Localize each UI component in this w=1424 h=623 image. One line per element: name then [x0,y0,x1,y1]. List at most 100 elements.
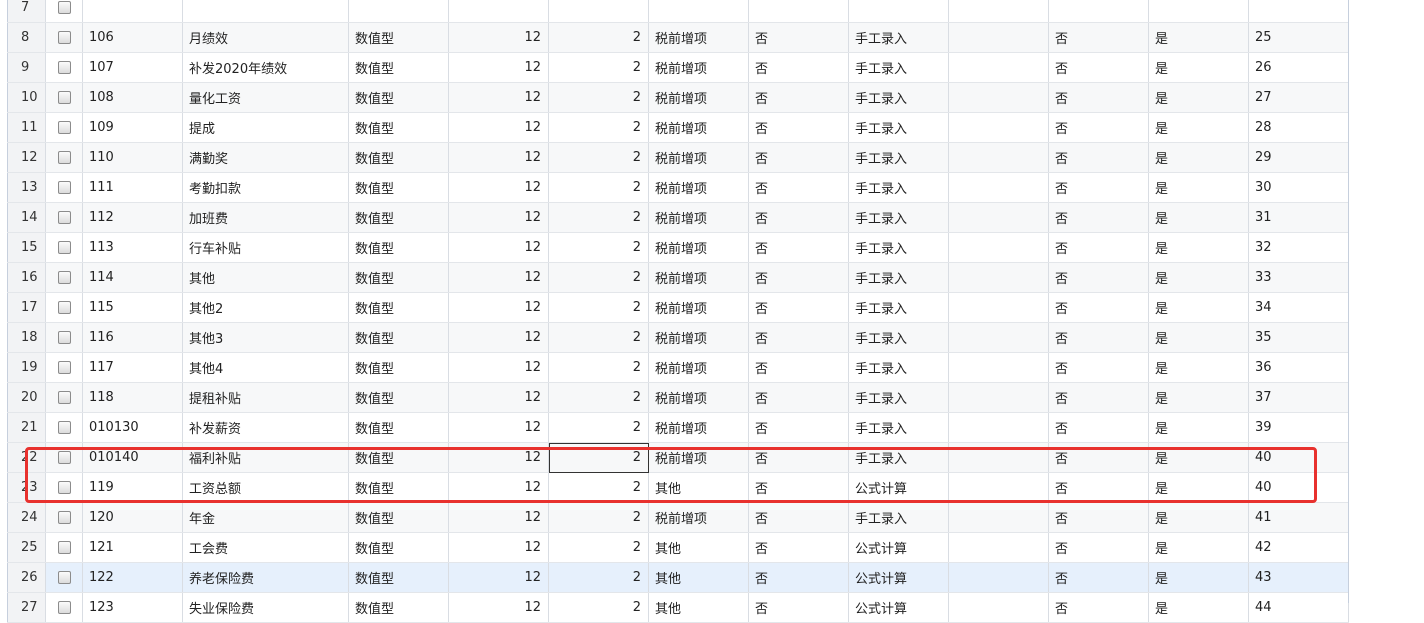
tax-flag-cell[interactable]: 否 [748,592,849,623]
decimals-cell[interactable]: 2 [548,202,649,233]
source-cell[interactable]: 公式计算 [848,532,949,563]
flag-one-cell[interactable] [1048,0,1149,23]
sort-order-cell[interactable]: 30 [1248,172,1349,203]
row-checkbox[interactable] [57,211,71,224]
tax-flag-cell[interactable]: 否 [748,382,849,413]
row-checkbox-cell[interactable] [45,22,83,53]
flag-one-cell[interactable]: 否 [1048,172,1149,203]
data-type-cell[interactable]: 数值型 [348,262,449,293]
row-checkbox[interactable] [57,571,71,584]
table-row[interactable]: 20 118 提租补贴 数值型 12 2 税前增项否手工录入否是 37 [7,382,1349,413]
category-cell[interactable]: 税前增项 [648,142,749,173]
table-row[interactable]: 19 117 其他4 数值型 12 2 税前增项否手工录入否是 36 [7,352,1349,383]
item-code-cell[interactable]: 110 [82,142,183,173]
table-row[interactable]: 24 120 年金 数值型 12 2 税前增项否手工录入否是 41 [7,502,1349,533]
source-cell[interactable]: 手工录入 [848,442,949,473]
item-code-cell[interactable]: 121 [82,532,183,563]
item-code-cell[interactable]: 010130 [82,412,183,443]
flag-two-cell[interactable]: 是 [1148,82,1249,113]
sort-order-cell[interactable]: 35 [1248,322,1349,353]
row-checkbox[interactable] [57,91,71,104]
category-cell[interactable]: 税前增项 [648,382,749,413]
formula-cell[interactable] [948,562,1049,593]
tax-flag-cell[interactable]: 否 [748,232,849,263]
flag-two-cell[interactable]: 是 [1148,442,1249,473]
length-cell[interactable]: 12 [448,142,549,173]
table-row[interactable]: 15 113 行车补贴 数值型 12 2 税前增项否手工录入否是 32 [7,232,1349,263]
tax-flag-cell[interactable]: 否 [748,532,849,563]
flag-two-cell[interactable]: 是 [1148,172,1249,203]
sort-order-cell[interactable]: 40 [1248,472,1349,503]
formula-cell[interactable] [948,292,1049,323]
length-cell[interactable]: 12 [448,412,549,443]
data-type-cell[interactable]: 数值型 [348,472,449,503]
category-cell[interactable]: 税前增项 [648,232,749,263]
formula-cell[interactable] [948,22,1049,53]
row-checkbox[interactable] [57,151,71,164]
category-cell[interactable]: 税前增项 [648,52,749,83]
category-cell[interactable]: 税前增项 [648,352,749,383]
decimals-cell[interactable]: 2 [548,502,649,533]
source-cell[interactable] [848,0,949,23]
formula-cell[interactable] [948,382,1049,413]
item-name-cell[interactable]: 提租补贴 [182,382,349,413]
row-checkbox[interactable] [57,31,71,44]
flag-one-cell[interactable]: 否 [1048,22,1149,53]
source-cell[interactable]: 手工录入 [848,22,949,53]
flag-one-cell[interactable]: 否 [1048,292,1149,323]
category-cell[interactable]: 税前增项 [648,82,749,113]
decimals-cell[interactable]: 2 [548,52,649,83]
row-checkbox[interactable] [57,421,71,434]
row-checkbox-cell[interactable] [45,0,83,23]
formula-cell[interactable] [948,502,1049,533]
row-checkbox-cell[interactable] [45,142,83,173]
decimals-cell[interactable]: 2 [548,592,649,623]
row-checkbox-cell[interactable] [45,592,83,623]
decimals-cell[interactable]: 2 [548,382,649,413]
table-row[interactable]: 16 114 其他 数值型 12 2 税前增项否手工录入否是 33 [7,262,1349,293]
item-name-cell[interactable]: 行车补贴 [182,232,349,263]
length-cell[interactable]: 12 [448,82,549,113]
row-checkbox[interactable] [57,121,71,134]
flag-one-cell[interactable]: 否 [1048,322,1149,353]
flag-two-cell[interactable]: 是 [1148,562,1249,593]
source-cell[interactable]: 手工录入 [848,322,949,353]
sort-order-cell[interactable]: 37 [1248,382,1349,413]
flag-two-cell[interactable]: 是 [1148,382,1249,413]
source-cell[interactable]: 公式计算 [848,592,949,623]
row-checkbox[interactable] [57,361,71,374]
decimals-cell[interactable]: 2 [548,322,649,353]
tax-flag-cell[interactable]: 否 [748,112,849,143]
formula-cell[interactable] [948,412,1049,443]
sort-order-cell[interactable]: 41 [1248,502,1349,533]
flag-two-cell[interactable]: 是 [1148,232,1249,263]
row-checkbox-cell[interactable] [45,442,83,473]
data-type-cell[interactable]: 数值型 [348,52,449,83]
item-code-cell[interactable]: 112 [82,202,183,233]
tax-flag-cell[interactable]: 否 [748,322,849,353]
formula-cell[interactable] [948,112,1049,143]
formula-cell[interactable] [948,532,1049,563]
item-code-cell[interactable]: 123 [82,592,183,623]
table-row[interactable]: 26 122 养老保险费 数值型 12 2 其他否公式计算否是 43 [7,562,1349,593]
row-checkbox-cell[interactable] [45,532,83,563]
flag-one-cell[interactable]: 否 [1048,502,1149,533]
sort-order-cell[interactable]: 29 [1248,142,1349,173]
flag-two-cell[interactable]: 是 [1148,412,1249,443]
item-name-cell[interactable]: 养老保险费 [182,562,349,593]
flag-two-cell[interactable]: 是 [1148,202,1249,233]
flag-two-cell[interactable]: 是 [1148,502,1249,533]
flag-one-cell[interactable]: 否 [1048,592,1149,623]
formula-cell[interactable] [948,82,1049,113]
category-cell[interactable]: 税前增项 [648,112,749,143]
table-row[interactable]: 7 [7,0,1349,23]
source-cell[interactable]: 手工录入 [848,412,949,443]
data-type-cell[interactable]: 数值型 [348,412,449,443]
formula-cell[interactable] [948,172,1049,203]
table-row[interactable]: 10 108 量化工资 数值型 12 2 税前增项否手工录入否是 27 [7,82,1349,113]
table-row[interactable]: 18 116 其他3 数值型 12 2 税前增项否手工录入否是 35 [7,322,1349,353]
data-type-cell[interactable]: 数值型 [348,352,449,383]
row-checkbox-cell[interactable] [45,412,83,443]
flag-two-cell[interactable]: 是 [1148,322,1249,353]
item-name-cell[interactable]: 其他 [182,262,349,293]
